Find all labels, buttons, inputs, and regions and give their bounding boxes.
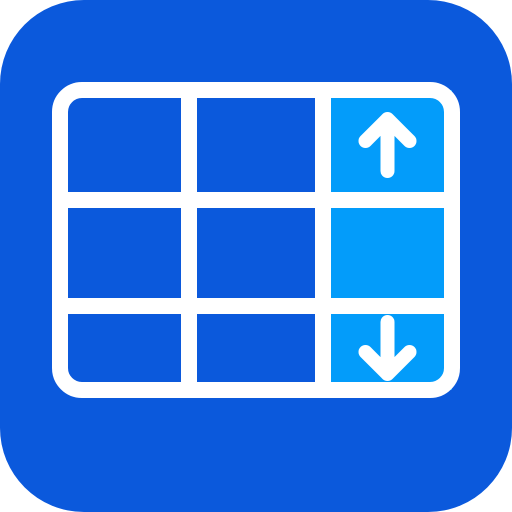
table-cell-r1-c1 — [189, 200, 323, 306]
table-column-sort-icon — [0, 0, 512, 512]
table-cell-r1-c0 — [60, 200, 189, 306]
table-cell-r1-c2 — [323, 200, 452, 306]
app-icon — [0, 0, 512, 512]
table-cell-r2-c1 — [189, 306, 323, 390]
table-cell-r0-c1 — [189, 90, 323, 200]
table-cell-r0-c0 — [60, 90, 189, 200]
table-cell-r2-c0 — [60, 306, 189, 390]
